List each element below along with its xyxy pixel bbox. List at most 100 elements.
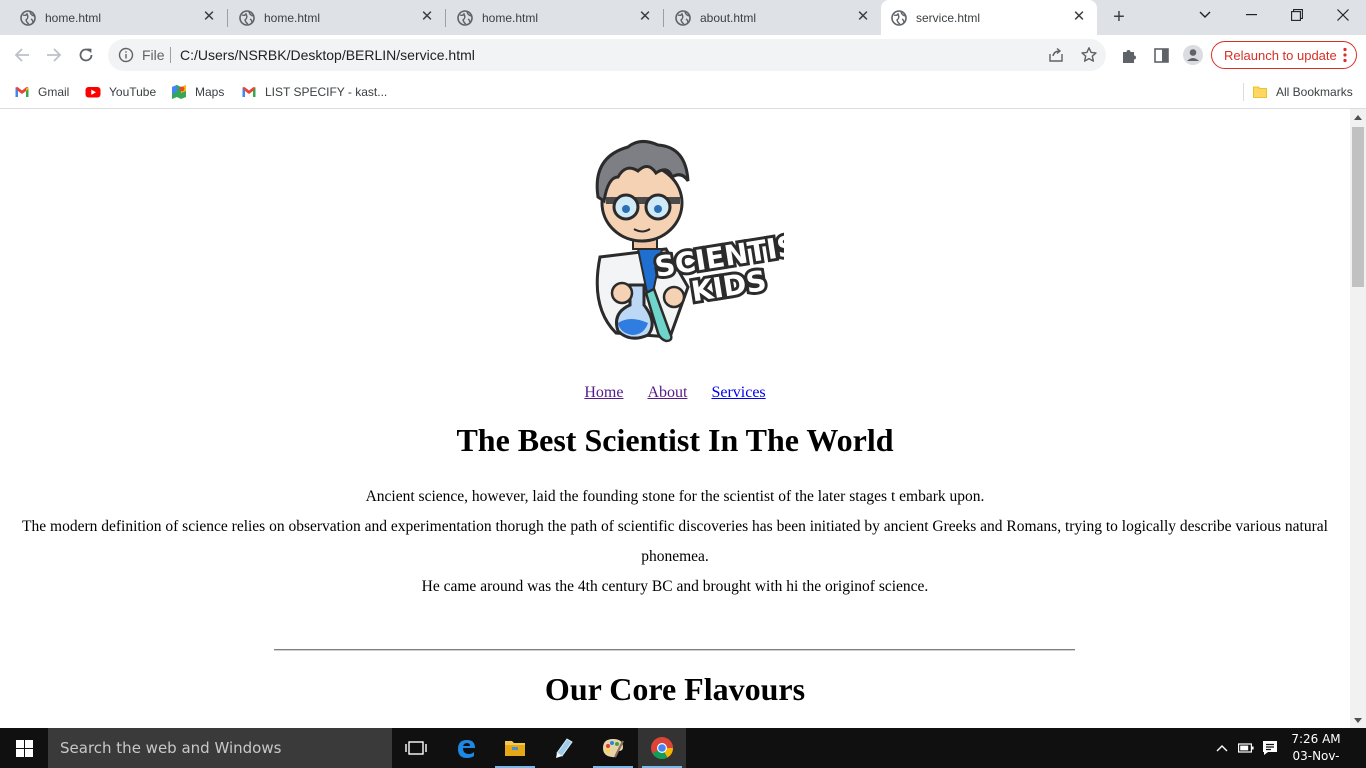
taskbar-search-box[interactable]: Search the web and Windows [48,728,392,768]
address-bar[interactable]: File C:/Users/NSRBK/Desktop/BERLIN/servi… [108,39,1106,71]
extensions-button[interactable] [1119,45,1139,65]
tab-search-button[interactable] [1182,0,1228,30]
all-bookmarks-button[interactable]: All Bookmarks [1252,83,1353,101]
restore-icon [1291,9,1303,21]
bookmark-star-icon[interactable] [1080,46,1098,64]
close-icon[interactable]: ✕ [637,9,653,25]
side-panel-icon [1153,47,1169,63]
tab-service[interactable]: service.html ✕ [881,0,1097,35]
intro-line: Ancient science, however, laid the found… [365,488,985,505]
relaunch-to-update-button[interactable]: Relaunch to update [1211,41,1357,69]
intro-line: He came around was the 4th century BC an… [421,578,929,595]
scroll-down-button[interactable] [1350,712,1366,728]
scroll-up-button[interactable] [1350,109,1366,125]
reload-button[interactable] [74,43,98,67]
tab-strip: home.html ✕ home.html ✕ home.html ✕ abou… [0,0,1366,35]
forward-arrow-icon [47,48,62,62]
tab-title: home.html [264,10,321,25]
close-icon[interactable]: ✕ [201,9,217,25]
triangle-up-icon [1354,114,1362,120]
clock-time: 7:26 AM [1291,732,1341,746]
restore-button[interactable] [1274,0,1320,30]
tab-title: about.html [700,10,757,25]
nav-link-about[interactable]: About [647,384,687,401]
taskbar-paint[interactable] [589,728,637,768]
relaunch-label: Relaunch to update [1224,47,1337,63]
puzzle-icon [1122,49,1136,63]
minimize-icon [1245,14,1257,16]
chevron-down-icon [1199,11,1211,18]
tab-home-3[interactable]: home.html ✕ [445,0,664,35]
battery-icon [1238,743,1254,753]
scrollbar-thumb[interactable] [1352,127,1364,287]
tab-title: home.html [482,10,539,25]
close-icon [1337,9,1349,21]
close-icon[interactable]: ✕ [855,9,871,25]
bookmarks-separator [1243,83,1244,101]
forward-button[interactable] [42,43,66,67]
tab-home-2[interactable]: home.html ✕ [227,0,446,35]
gmail-icon [15,87,29,97]
intro-paragraph: Ancient science, however, laid the found… [20,482,1330,602]
close-window-button[interactable] [1320,0,1366,30]
task-view-icon [405,741,427,755]
bookmark-gmail[interactable]: Gmail [14,83,69,101]
avatar-icon [1183,45,1203,65]
section-heading: Our Core Flavours [544,671,806,707]
clock-date: 03-Nov-23 [1292,749,1340,768]
nav-link-services[interactable]: Services [711,384,765,401]
taskbar-edge[interactable] [442,728,490,768]
windows-taskbar: Search the web and Windows 7:26 AM 03-No… [0,728,1366,768]
gmail-icon [242,87,256,97]
taskbar-app-notes[interactable] [540,728,588,768]
url-text[interactable]: C:/Users/NSRBK/Desktop/BERLIN/service.ht… [180,47,475,63]
globe-icon [20,9,36,26]
browser-toolbar: File C:/Users/NSRBK/Desktop/BERLIN/servi… [0,35,1366,75]
chrome-icon [651,737,673,759]
nav-link-home[interactable]: Home [584,384,623,401]
bookmark-maps[interactable]: Maps [171,83,224,101]
profile-button[interactable] [1183,45,1203,65]
taskbar-clock[interactable]: 7:26 AM 03-Nov-23 [1286,731,1346,768]
bookmarks-bar: Gmail YouTube Maps LIST SPECIFY - kast..… [0,75,1366,109]
globe-icon [239,9,255,26]
tray-overflow-button[interactable] [1214,740,1230,756]
task-view-button[interactable] [392,728,440,768]
globe-icon [891,9,907,26]
side-panel-button[interactable] [1151,45,1171,65]
notifications-button[interactable] [1262,740,1278,756]
bookmark-youtube[interactable]: YouTube [85,83,156,101]
page-viewport: SCIENTIST KIDS Home About Services The B… [0,109,1350,728]
maps-icon [172,85,186,99]
bookmark-label: Maps [195,85,225,99]
address-divider [170,47,171,63]
bookmark-label: LIST SPECIFY - kast... [265,85,388,99]
tab-title: home.html [45,10,102,25]
notepad-icon [556,738,573,758]
close-icon[interactable]: ✕ [1071,9,1087,25]
share-icon[interactable] [1048,47,1064,63]
youtube-icon [85,87,101,98]
start-button[interactable] [0,728,48,768]
bookmark-list-specify[interactable]: LIST SPECIFY - kast... [241,83,387,101]
intro-line: The modern definition of science relies … [22,518,1328,565]
close-icon[interactable]: ✕ [419,9,435,25]
tab-about[interactable]: about.html ✕ [663,0,881,35]
minimize-button[interactable] [1228,0,1274,30]
triangle-down-icon [1354,717,1362,723]
page-heading: The Best Scientist In The World [456,422,894,458]
tab-title: service.html [916,10,981,25]
new-tab-button[interactable]: + [1108,6,1130,28]
taskbar-search-placeholder: Search the web and Windows [60,739,282,757]
all-bookmarks-label: All Bookmarks [1276,85,1353,99]
back-button[interactable] [10,43,34,67]
taskbar-chrome[interactable] [638,728,686,768]
info-icon[interactable] [118,47,134,63]
globe-icon [675,9,691,26]
vertical-scrollbar[interactable] [1350,109,1366,728]
tab-home-1[interactable]: home.html ✕ [0,0,228,35]
battery-indicator[interactable] [1238,740,1254,756]
bookmark-label: Gmail [38,85,70,99]
horizontal-divider [274,649,1075,651]
taskbar-file-explorer[interactable] [491,728,539,768]
